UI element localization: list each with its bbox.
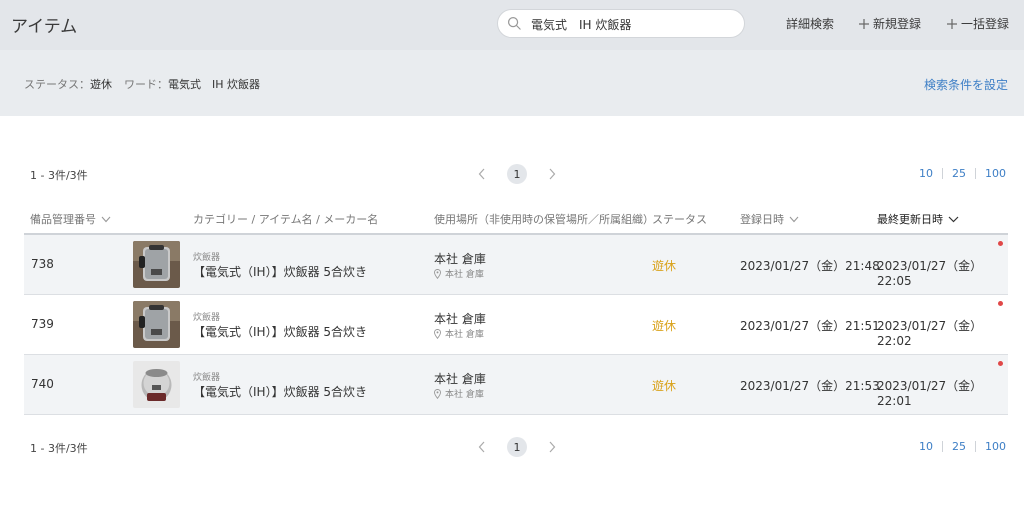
item-name[interactable]: 【電気式（IH）】炊飯器 5合炊き (193, 383, 367, 400)
unread-dot (998, 301, 1003, 306)
per-page-selector: 10 25 100 (919, 167, 1006, 180)
column-header-status: ステータス (652, 211, 707, 227)
column-header-location: 使用場所（非使用時の保管場所／所属組織） (434, 211, 654, 227)
item-thumbnail[interactable] (133, 361, 180, 408)
plus-icon (859, 18, 869, 29)
item-location-sub: 本社 倉庫 (434, 327, 484, 340)
item-location: 本社 倉庫 (434, 312, 486, 326)
page-1-button[interactable]: 1 (507, 164, 527, 184)
per-page-25[interactable]: 25 (952, 167, 966, 180)
registered-datetime: 2023/01/27（金）21:48 (740, 259, 880, 273)
prev-page-button[interactable] (475, 167, 489, 181)
status-badge: 遊休 (652, 259, 677, 273)
item-location-sub-label: 本社 倉庫 (445, 330, 484, 340)
new-register-button[interactable]: 新規登録 (858, 15, 921, 32)
column-header-registered[interactable]: 登録日時 (740, 211, 799, 227)
word-filter-label: ワード： (124, 78, 168, 91)
updated-datetime: 2023/01/27（金）22:02 (877, 319, 983, 348)
prev-page-button[interactable] (475, 440, 489, 454)
top-header: アイテム 詳細検索 新規登録 一括登録 (0, 0, 1024, 50)
registered-datetime: 2023/01/27（金）21:53 (740, 379, 880, 393)
item-category: 炊飯器 (193, 313, 221, 323)
next-page-button[interactable] (545, 440, 559, 454)
per-page-100[interactable]: 100 (985, 440, 1006, 453)
per-page-25[interactable]: 25 (952, 440, 966, 453)
column-header-updated-label: 最終更新日時 (877, 213, 943, 226)
divider (942, 441, 943, 452)
item-location-sub-label: 本社 倉庫 (445, 390, 484, 400)
column-header-status-label: ステータス (652, 213, 707, 226)
column-header-updated[interactable]: 最終更新日時 (877, 211, 959, 227)
status-filter-value: 遊休 (90, 78, 112, 91)
updated-datetime: 2023/01/27（金）22:05 (877, 259, 983, 288)
advanced-search-link[interactable]: 詳細検索 (786, 15, 834, 32)
result-count: 1 - 3件/3件 (30, 442, 88, 455)
unread-dot (998, 241, 1003, 246)
column-header-id-label: 備品管理番号 (30, 213, 96, 226)
per-page-selector: 10 25 100 (919, 440, 1006, 453)
pagination: 1 (475, 436, 559, 458)
chevron-right-icon (549, 441, 556, 453)
item-location-sub: 本社 倉庫 (434, 387, 484, 400)
divider (942, 168, 943, 179)
table-row[interactable]: 738 炊飯器 【電気式（IH）】炊飯器 5合炊き 本社 倉庫 本社 倉庫 遊休… (24, 235, 1008, 295)
chevron-down-icon (789, 216, 799, 222)
status-badge: 遊休 (652, 319, 677, 333)
column-header-name-label: カテゴリー / アイテム名 / メーカー名 (193, 213, 379, 226)
location-pin-icon (434, 268, 441, 279)
filter-summary: ステータス： 遊休 ワード： 電気式 IH 炊飯器 (24, 76, 260, 92)
chevron-down-icon (101, 216, 111, 222)
item-location: 本社 倉庫 (434, 372, 486, 386)
row-id: 740 (31, 377, 54, 391)
divider (975, 168, 976, 179)
item-category: 炊飯器 (193, 253, 221, 263)
divider (975, 441, 976, 452)
status-badge: 遊休 (652, 379, 677, 393)
table-row[interactable]: 739 炊飯器 【電気式（IH）】炊飯器 5合炊き 本社 倉庫 本社 倉庫 遊休… (24, 295, 1008, 355)
table-row[interactable]: 740 炊飯器 【電気式（IH）】炊飯器 5合炊き 本社 倉庫 本社 倉庫 遊休… (24, 355, 1008, 415)
updated-datetime: 2023/01/27（金）22:01 (877, 379, 983, 408)
item-thumbnail[interactable] (133, 301, 180, 348)
item-name[interactable]: 【電気式（IH）】炊飯器 5合炊き (193, 263, 367, 280)
plus-icon (947, 18, 957, 29)
per-page-100[interactable]: 100 (985, 167, 1006, 180)
page-title: アイテム (11, 17, 78, 37)
row-id: 739 (31, 317, 54, 331)
per-page-10[interactable]: 10 (919, 440, 933, 453)
item-category: 炊飯器 (193, 373, 221, 383)
next-page-button[interactable] (545, 167, 559, 181)
chevron-left-icon (478, 441, 485, 453)
column-header-name: カテゴリー / アイテム名 / メーカー名 (193, 211, 378, 227)
item-location: 本社 倉庫 (434, 252, 486, 266)
location-pin-icon (434, 388, 441, 399)
chevron-down-icon (948, 216, 959, 222)
item-location-sub: 本社 倉庫 (434, 267, 484, 280)
result-count: 1 - 3件/3件 (30, 169, 88, 182)
advanced-search-label: 詳細検索 (786, 17, 835, 31)
column-header-registered-label: 登録日時 (740, 213, 784, 226)
registered-datetime: 2023/01/27（金）21:51 (740, 319, 880, 333)
chevron-right-icon (549, 168, 556, 180)
item-location-sub-label: 本社 倉庫 (445, 270, 484, 280)
row-id: 738 (31, 257, 54, 271)
set-search-conditions-link[interactable]: 検索条件を設定 (924, 76, 1008, 93)
column-header-id[interactable]: 備品管理番号 (30, 211, 111, 227)
unread-dot (998, 361, 1003, 366)
search-box[interactable] (497, 9, 745, 38)
new-register-label: 新規登録 (873, 17, 922, 31)
word-filter-value: 電気式 IH 炊飯器 (168, 78, 261, 91)
per-page-10[interactable]: 10 (919, 167, 933, 180)
chevron-left-icon (478, 168, 485, 180)
bulk-register-label: 一括登録 (961, 17, 1010, 31)
status-filter-label: ステータス： (24, 78, 90, 91)
page-1-button[interactable]: 1 (507, 437, 527, 457)
pagination: 1 (475, 163, 559, 185)
bulk-register-button[interactable]: 一括登録 (946, 15, 1009, 32)
search-input[interactable] (531, 14, 731, 34)
item-name[interactable]: 【電気式（IH）】炊飯器 5合炊き (193, 323, 367, 340)
location-pin-icon (434, 328, 441, 339)
item-thumbnail[interactable] (133, 241, 180, 288)
search-icon (507, 16, 521, 30)
column-header-location-label: 使用場所（非使用時の保管場所／所属組織） (434, 213, 654, 226)
